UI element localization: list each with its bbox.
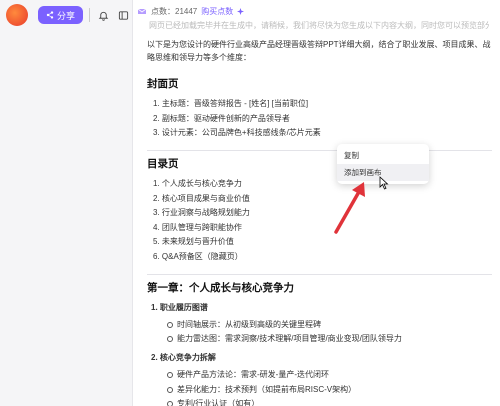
sidebar-toggle-icon[interactable]	[116, 8, 130, 22]
left-sidebar: 分享	[0, 0, 132, 406]
list-item: 1. 主标题：晋级答辩报告 - [姓名] [当前职位]	[153, 99, 309, 108]
list-item: 专利/行业认证（如有）	[167, 397, 492, 406]
cover-list: 1. 主标题：晋级答辩报告 - [姓名] [当前职位] 2. 副标题：驱动硬件创…	[147, 97, 492, 139]
response-content: 以下是为您设计的硬件行业高级产品经理晋级答辩PPT详细大纲，结合了职业发展、项目…	[147, 38, 492, 406]
list-item: 3. 设计元素：公司品牌色+科技感线条/芯片元素	[153, 128, 321, 137]
red-arrow-icon	[334, 182, 365, 234]
list-item: 6. Q&A预备区（隐藏页）	[153, 251, 243, 261]
share-icon	[46, 11, 54, 19]
list-item: 2. 副标题：驱动硬件创新的产品领导者	[153, 113, 290, 123]
app-logo[interactable]	[6, 4, 28, 26]
list-item: 能力雷达图：需求洞察/技术理解/项目管理/商业变现/团队领导力	[167, 332, 492, 345]
chat-panel: 点数：21447 购买点数 网页已经加载完毕并在生成中，请稍候，我们将尽快为您生…	[132, 0, 500, 406]
chapter1-subheading: 1. 职业履历图谱	[151, 302, 208, 312]
list-item: 硬件产品方法论：需求-研发-量产-迭代闭环	[167, 368, 492, 381]
bell-icon[interactable]	[96, 8, 110, 22]
list-item: 3. 行业洞察与战略规划能力	[153, 208, 250, 217]
chapter1-title: 第一章：个人成长与核心竞争力	[147, 281, 294, 294]
list-item: 5. 未来规划与晋升价值	[153, 237, 234, 246]
top-toolbar: 分享	[0, 0, 132, 30]
chapter1-subheading: 2. 核心竞争力拆解	[151, 353, 216, 362]
cover-section-title: 封面页	[147, 78, 179, 90]
buy-points-link[interactable]: 购买点数	[201, 6, 233, 17]
section-divider	[147, 150, 492, 151]
mouse-cursor-icon	[379, 176, 389, 190]
list-item: 差异化能力：技术预判（如提前布局RISC-V架构）	[167, 383, 492, 396]
copy-menu-item[interactable]: 复制	[337, 147, 429, 164]
section-divider	[147, 273, 492, 275]
points-count: 点数：21447	[151, 6, 198, 16]
list-item: 2. 核心项目成果与商业价值	[153, 193, 250, 203]
intro-text: 以下是为您设计的硬件行业高级产品经理晋级答辩PPT详细大纲，结合了职业发展、项目…	[147, 40, 491, 62]
chapter1-sub1-list: 时间轴展示：从初级到高级的关键里程碑 能力雷达图：需求洞察/技术理解/项目管理/…	[147, 318, 492, 346]
sparkle-icon	[237, 7, 245, 15]
list-item: 4. 团队管理与跨职能协作	[153, 222, 242, 232]
points-bar: 点数：21447 购买点数	[137, 3, 245, 19]
toc-section-title: 目录页	[147, 158, 179, 170]
faded-text: 网页已经加载完毕并在生成中，请稍候，我们将尽快为您生成以下内容大纲，同时您可以预…	[149, 21, 489, 30]
list-item: 时间轴展示：从初级到高级的关键里程碑	[167, 318, 492, 331]
toc-list: 1. 个人成长与核心竞争力 2. 核心项目成果与商业价值 3. 行业洞察与战略规…	[147, 177, 492, 263]
share-label: 分享	[57, 10, 76, 21]
list-item: 1. 个人成长与核心竞争力	[153, 179, 242, 188]
toolbar-divider	[89, 8, 91, 22]
chapter1-sub2-list: 硬件产品方法论：需求-研发-量产-迭代闭环 差异化能力：技术预判（如提前布局RI…	[147, 368, 492, 406]
share-button[interactable]: 分享	[38, 6, 84, 24]
points-icon	[137, 8, 147, 14]
